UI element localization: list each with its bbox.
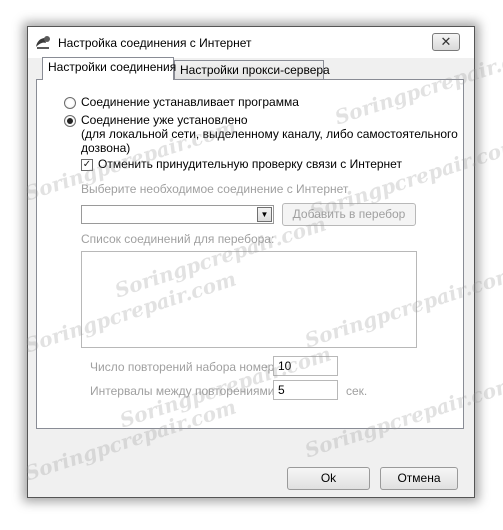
chevron-down-icon[interactable]: ▼ — [257, 207, 272, 222]
interval-unit: сек. — [346, 384, 368, 398]
radio-already-connected[interactable] — [64, 115, 76, 127]
tab-connection-settings[interactable]: Настройки соединения — [42, 57, 177, 80]
dialog-window: Настройка соединения с Интернет ✕ Настро… — [27, 26, 475, 498]
cancel-label: Отмена — [397, 471, 441, 485]
connection-select[interactable]: ▼ — [81, 205, 274, 224]
close-icon: ✕ — [440, 34, 452, 49]
interval-value: 5 — [278, 383, 285, 397]
interval-field[interactable]: 5 — [273, 380, 338, 400]
connection-note-line2: дозвона) — [81, 141, 131, 155]
connection-note-line1: (для локальной сети, выделенному каналу,… — [81, 127, 458, 141]
tab-proxy-settings[interactable]: Настройки прокси-сервера — [174, 60, 330, 80]
check-icon: ✓ — [82, 159, 92, 170]
close-button[interactable]: ✕ — [432, 33, 460, 51]
retries-value: 10 — [278, 359, 292, 373]
radio-already-connected-label[interactable]: Соединение уже установлено — [81, 113, 248, 127]
radio-program-connects[interactable] — [64, 97, 76, 109]
arrow-glyph: ▼ — [260, 210, 269, 219]
radio-program-connects-label[interactable]: Соединение устанавливает программа — [81, 95, 299, 109]
select-connection-label: Выберите необходимое соединение с Интерн… — [81, 182, 349, 196]
add-to-list-button[interactable]: Добавить в перебор — [282, 203, 416, 226]
interval-label: Интервалы между повторениями: — [90, 384, 278, 398]
window-title: Настройка соединения с Интернет — [58, 36, 252, 50]
retries-label: Число повторений набора номера: — [90, 360, 285, 374]
ok-label: Ok — [320, 471, 337, 485]
app-icon — [36, 36, 50, 49]
retries-field[interactable]: 10 — [273, 356, 338, 376]
dial-list-label: Список соединений для перебора: — [81, 232, 275, 246]
cancel-check-checkbox[interactable]: ✓ — [81, 159, 93, 171]
connection-settings-panel: Соединение устанавливает программа Соеди… — [36, 79, 464, 429]
cancel-button[interactable]: Отмена — [380, 467, 458, 490]
add-to-list-label: Добавить в перебор — [292, 207, 406, 221]
tab-connection-settings-label: Настройки соединения — [48, 60, 177, 74]
ok-button[interactable]: Ok — [287, 467, 370, 490]
cancel-check-label[interactable]: Отменить принудительную проверку связи с… — [98, 157, 402, 171]
title-bar[interactable]: Настройка соединения с Интернет ✕ — [28, 27, 474, 58]
dial-list[interactable] — [81, 251, 417, 348]
tab-proxy-settings-label: Настройки прокси-сервера — [180, 63, 330, 77]
